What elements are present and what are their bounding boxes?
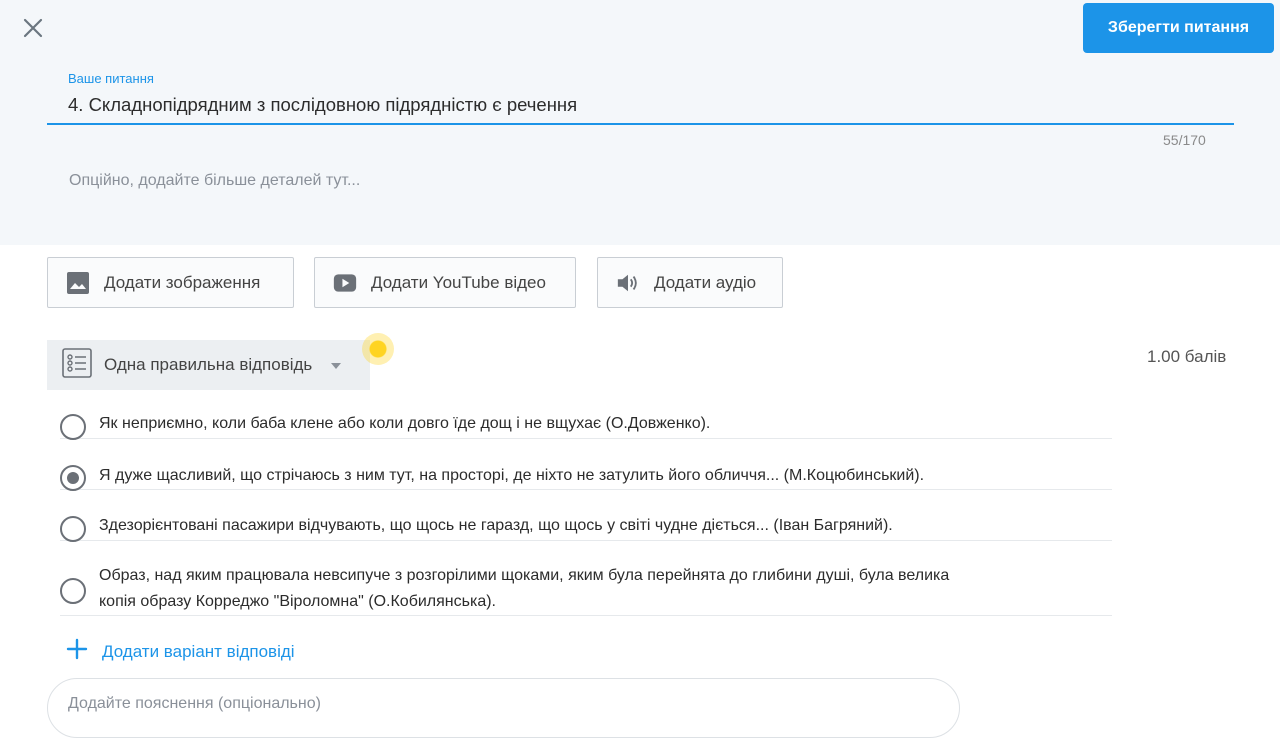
answer-option[interactable]: Як неприємно, коли баба клене або коли д… (60, 410, 1112, 440)
answer-option[interactable]: Образ, над яким працювала невсипуче з ро… (60, 562, 1112, 616)
points-value[interactable]: 1.00 балів (1147, 347, 1226, 367)
youtube-icon (333, 271, 357, 295)
explanation-input[interactable]: Додайте пояснення (опціонально) (47, 678, 960, 738)
plus-icon (66, 638, 88, 665)
answer-text-line-2[interactable]: копія образу Корреджо "Віроломна" (О.Коб… (99, 589, 496, 615)
radio-button-selected[interactable] (60, 465, 86, 491)
details-input[interactable]: Опційно, додайте більше деталей тут... (69, 172, 360, 190)
question-input[interactable]: 4. Складнопідрядним з послідовною підряд… (68, 94, 577, 116)
caret-down-icon (330, 355, 342, 375)
answer-option[interactable]: Я дуже щасливий, що стрічаюсь з ним тут,… (60, 461, 1112, 491)
answer-text[interactable]: Здезорієнтовані пасажири відчувають, що … (99, 513, 893, 539)
list-icon (62, 347, 92, 383)
question-type-dropdown[interactable]: Одна правильна відповідь (47, 340, 370, 390)
radio-button[interactable] (60, 516, 86, 542)
add-youtube-button[interactable]: Додати YouTube відео (314, 257, 576, 308)
question-type-label: Одна правильна відповідь (104, 355, 313, 374)
add-audio-button[interactable]: Додати аудіо (597, 257, 783, 308)
close-button[interactable] (20, 15, 46, 41)
add-youtube-label: Додати YouTube відео (371, 272, 546, 292)
add-option-button[interactable]: Додати варіант відповіді (66, 638, 295, 665)
image-icon (66, 271, 90, 295)
question-editor-area: Зберегти питання Ваше питання 4. Складно… (0, 0, 1280, 245)
question-input-underline (47, 123, 1234, 125)
add-option-label: Додати варіант відповіді (102, 641, 295, 661)
add-image-button[interactable]: Додати зображення (47, 257, 294, 308)
highlight-dot (362, 333, 394, 365)
question-label: Ваше питання (68, 71, 154, 86)
answer-option[interactable]: Здезорієнтовані пасажири відчувають, що … (60, 512, 1112, 542)
close-icon (23, 18, 43, 38)
add-audio-label: Додати аудіо (654, 272, 757, 292)
speaker-icon (616, 271, 640, 295)
radio-button[interactable] (60, 578, 86, 604)
answer-text[interactable]: Як неприємно, коли баба клене або коли д… (99, 411, 710, 437)
add-image-label: Додати зображення (104, 272, 261, 292)
save-question-button[interactable]: Зберегти питання (1083, 3, 1274, 53)
answer-text[interactable]: Я дуже щасливий, що стрічаюсь з ним тут,… (99, 463, 924, 489)
radio-button[interactable] (60, 414, 86, 440)
character-counter: 55/170 (1163, 132, 1206, 148)
answer-text-line-1[interactable]: Образ, над яким працювала невсипуче з ро… (99, 563, 949, 589)
